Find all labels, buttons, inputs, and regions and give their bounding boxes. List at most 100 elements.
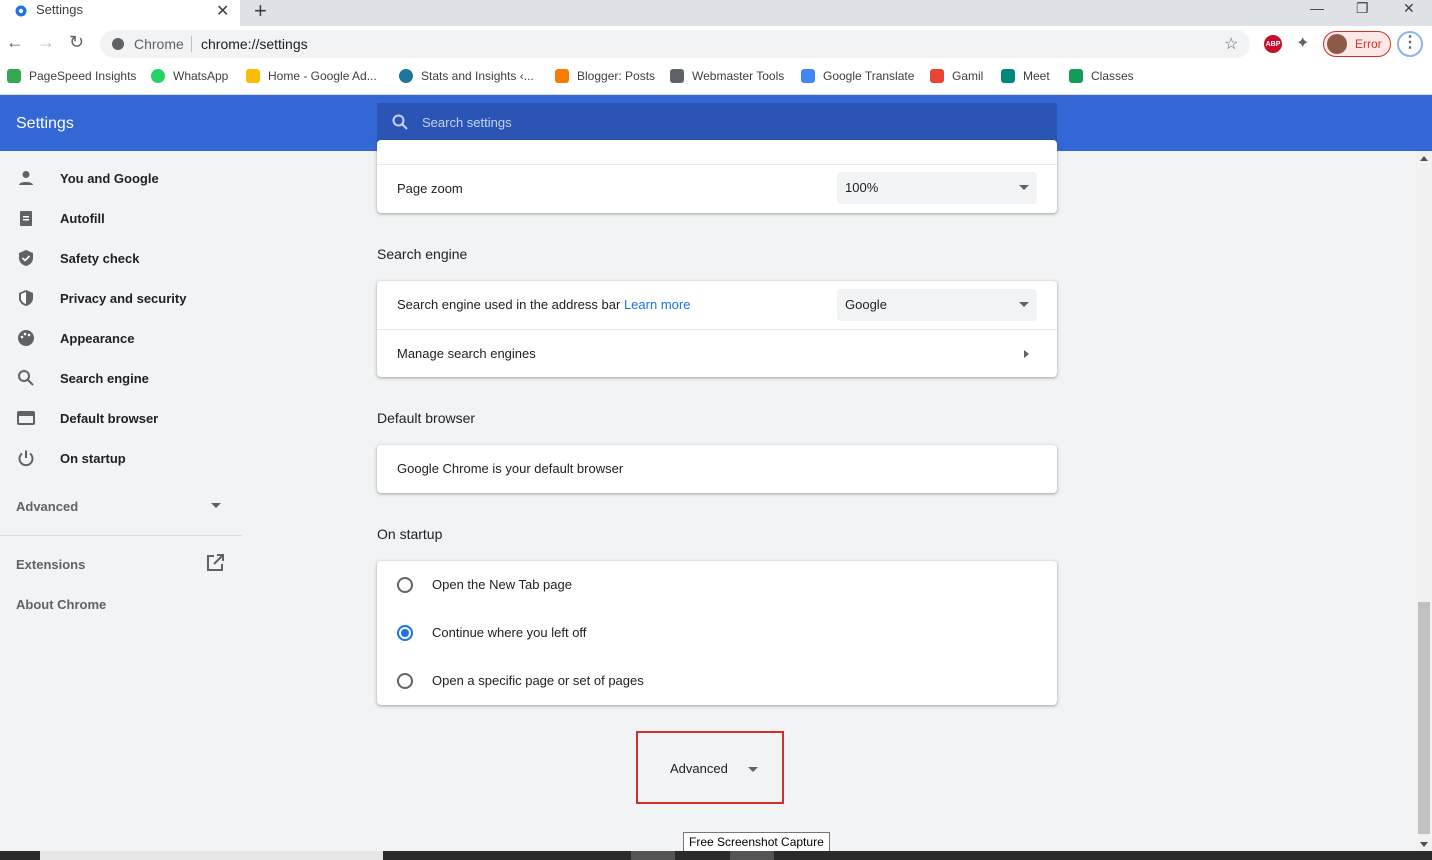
section-title-default-browser: Default browser	[377, 410, 476, 426]
address-bar[interactable]: Chrome chrome://settings ☆	[100, 30, 1250, 58]
search-settings-input[interactable]: Search settings	[377, 103, 1057, 143]
bookmark-favicon-icon	[246, 69, 260, 83]
chevron-down-icon[interactable]	[748, 767, 758, 772]
sidebar-item-safety-check[interactable]: Safety check	[0, 238, 242, 278]
bookmark-label: Webmaster Tools	[692, 69, 785, 83]
kebab-menu-icon[interactable]: ⋮	[1397, 31, 1423, 57]
bookmark-item[interactable]: PageSpeed Insights	[7, 69, 136, 83]
sidebar-divider	[0, 535, 242, 536]
tab-close-icon[interactable]: ✕	[216, 1, 229, 21]
profile-error-button[interactable]: Error	[1323, 31, 1391, 57]
bookmark-label: Meet	[1023, 69, 1050, 83]
settings-sidebar: You and Google Autofill Safety check Pri…	[0, 151, 242, 851]
sidebar-item-label: Safety check	[60, 251, 140, 266]
chevron-down-icon[interactable]	[211, 503, 221, 508]
sidebar-item-default-browser[interactable]: Default browser	[0, 398, 242, 438]
bookmark-label: WhatsApp	[173, 69, 229, 83]
row-divider	[377, 164, 1057, 165]
adblock-icon[interactable]: ABP	[1264, 35, 1282, 53]
minimize-button[interactable]: —	[1310, 0, 1324, 16]
bookmark-item[interactable]: Classes	[1069, 69, 1134, 83]
new-tab-button[interactable]: +	[254, 0, 267, 24]
sidebar-item-about-chrome[interactable]: About Chrome	[16, 597, 106, 612]
search-engine-used-label: Search engine used in the address bar	[397, 297, 621, 312]
url-text[interactable]: chrome://settings	[201, 36, 308, 52]
sidebar-item-you-and-google[interactable]: You and Google	[0, 158, 242, 198]
bookmark-favicon-icon	[399, 69, 413, 83]
bookmark-item[interactable]: Webmaster Tools	[670, 69, 784, 83]
radio-new-tab[interactable]	[397, 577, 413, 593]
learn-more-link[interactable]: Learn more	[624, 297, 690, 312]
bookmark-favicon-icon	[930, 69, 944, 83]
search-icon	[391, 113, 409, 134]
sidebar-item-label: Privacy and security	[60, 291, 187, 306]
bookmark-favicon-icon	[1001, 69, 1015, 83]
manage-search-engines-label[interactable]: Manage search engines	[397, 346, 536, 361]
bookmark-item[interactable]: Google Translate	[801, 69, 914, 83]
bookmark-label: Stats and Insights ‹...	[421, 69, 534, 83]
bookmark-favicon-icon	[555, 69, 569, 83]
taskbar-item[interactable]	[631, 851, 675, 860]
radio-label[interactable]: Open the New Tab page	[432, 577, 572, 592]
radio-specific-pages[interactable]	[397, 673, 413, 689]
title-bar: Settings ✕ + — ❐ ✕	[0, 0, 1432, 26]
reload-button[interactable]: ↻	[69, 32, 84, 53]
shield-icon	[17, 289, 35, 307]
scroll-up-arrow-icon[interactable]	[1420, 156, 1428, 161]
sidebar-item-label: You and Google	[60, 171, 159, 186]
chevron-right-icon[interactable]	[1024, 350, 1029, 358]
taskbar-item[interactable]	[40, 851, 383, 860]
taskbar	[0, 851, 1432, 860]
page-title: Settings	[16, 115, 74, 132]
radio-label[interactable]: Continue where you left off	[432, 625, 586, 640]
bookmark-label: Classes	[1091, 69, 1134, 83]
tab-settings[interactable]: Settings ✕	[0, 0, 240, 26]
bookmark-item[interactable]: Meet	[1001, 69, 1050, 83]
sidebar-item-autofill[interactable]: Autofill	[0, 198, 242, 238]
sidebar-advanced-toggle[interactable]: Advanced	[16, 499, 78, 514]
sidebar-item-privacy[interactable]: Privacy and security	[0, 278, 242, 318]
radio-continue[interactable]	[397, 625, 413, 641]
select-value: Google	[845, 297, 887, 312]
sidebar-item-label: Autofill	[60, 211, 105, 226]
sidebar-item-label: On startup	[60, 451, 126, 466]
search-engine-select[interactable]: Google	[837, 289, 1037, 321]
bookmark-item[interactable]: Home - Google Ad...	[246, 69, 377, 83]
scroll-down-arrow-icon[interactable]	[1420, 842, 1428, 847]
taskbar-item[interactable]	[730, 851, 774, 860]
palette-icon	[17, 329, 35, 347]
sidebar-item-appearance[interactable]: Appearance	[0, 318, 242, 358]
extensions-puzzle-icon[interactable]: ✦	[1296, 33, 1309, 53]
restore-button[interactable]: ❐	[1356, 0, 1369, 17]
bookmark-item[interactable]: Stats and Insights ‹...	[399, 69, 534, 83]
bookmark-label: PageSpeed Insights	[29, 69, 137, 83]
bookmark-favicon-icon	[801, 69, 815, 83]
search-engine-card: Search engine used in the address bar Le…	[377, 281, 1057, 377]
radio-label[interactable]: Open a specific page or set of pages	[432, 673, 644, 688]
scrollbar-thumb[interactable]	[1418, 602, 1430, 834]
bookmark-star-icon[interactable]: ☆	[1224, 34, 1238, 54]
sidebar-item-extensions[interactable]: Extensions	[16, 557, 85, 572]
open-in-new-icon[interactable]	[206, 554, 224, 575]
bookmark-item[interactable]: Blogger: Posts	[555, 69, 655, 83]
window-close-button[interactable]: ✕	[1403, 0, 1415, 17]
page-zoom-select[interactable]: 100%	[837, 172, 1037, 204]
select-value: 100%	[845, 180, 879, 195]
sidebar-item-label: Default browser	[60, 411, 159, 426]
forward-button[interactable]: →	[37, 32, 55, 53]
bookmark-item[interactable]: WhatsApp	[151, 69, 228, 83]
site-label: Chrome	[134, 36, 184, 52]
tab-title: Settings	[36, 2, 83, 17]
sidebar-item-search-engine[interactable]: Search engine	[0, 358, 242, 398]
bookmark-label: Blogger: Posts	[577, 69, 656, 83]
section-title-search-engine: Search engine	[377, 246, 468, 262]
clipboard-icon	[17, 209, 35, 227]
back-button[interactable]: ←	[6, 32, 24, 53]
sidebar-item-label: Appearance	[60, 331, 135, 346]
bookmark-favicon-icon	[7, 69, 21, 83]
bookmark-item[interactable]: Gamil	[930, 69, 983, 83]
advanced-button[interactable]: Advanced	[670, 761, 728, 776]
sidebar-item-on-startup[interactable]: On startup	[0, 438, 242, 478]
dropdown-arrow-icon	[1019, 302, 1029, 307]
bookmark-label: Home - Google Ad...	[268, 69, 377, 83]
